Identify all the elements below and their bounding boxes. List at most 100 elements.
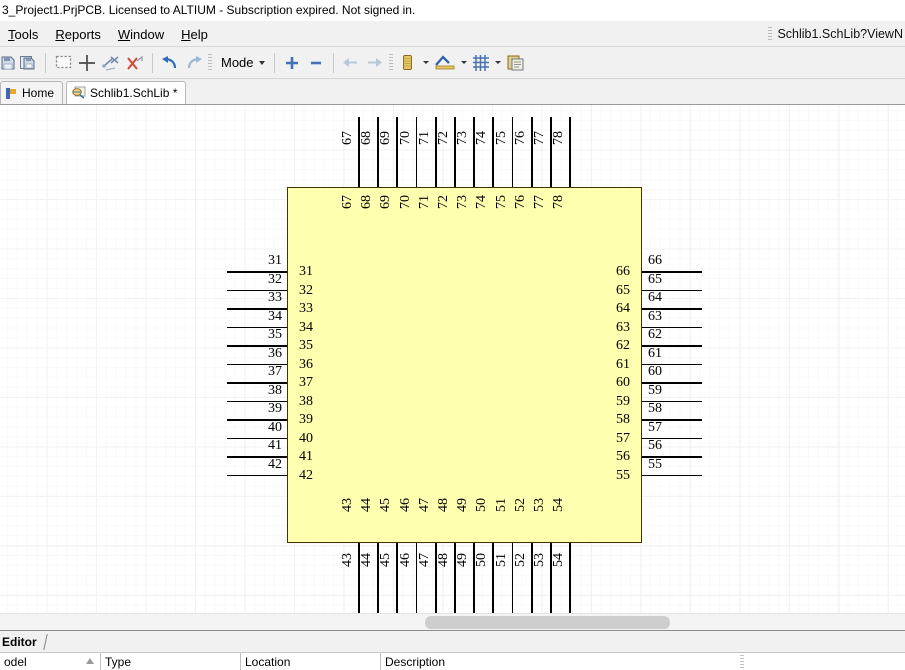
- undo-icon[interactable]: [159, 52, 181, 74]
- pin-line-top-77[interactable]: [550, 117, 552, 187]
- toolbar-grip-2[interactable]: [208, 53, 212, 72]
- pin-number-outer-38: 38: [268, 382, 282, 398]
- place-pin-icon[interactable]: [397, 52, 419, 74]
- grid-dropdown-icon[interactable]: [494, 61, 501, 64]
- pin-line-top-69[interactable]: [396, 117, 399, 187]
- pin-line-top-75[interactable]: [511, 117, 514, 187]
- schematic-canvas[interactable]: 67 67 68 68 69 69 70 70 71 71 72 72 73 73 74 74 75 75 76 76…: [0, 105, 905, 613]
- save-all-icon[interactable]: [17, 52, 39, 74]
- pin-number-inner-65: 65: [616, 282, 630, 298]
- pin-number-inner-72: 72: [436, 195, 451, 209]
- pin-number-inner-40: 40: [299, 430, 313, 446]
- pin-number-inner-77: 77: [532, 195, 547, 209]
- pin-number-inner-71: 71: [416, 195, 432, 209]
- menu-item-tools[interactable]: Tools: [0, 25, 47, 44]
- pin-line-top-70[interactable]: [415, 117, 418, 187]
- pin-number-outer-33: 33: [268, 290, 282, 305]
- pin-line-top-74[interactable]: [492, 117, 495, 187]
- pin-number-inner-60: 60: [616, 375, 630, 390]
- component-body-rectangle[interactable]: [287, 187, 642, 543]
- delete-icon[interactable]: [124, 52, 146, 74]
- pin-line-top-76[interactable]: [530, 117, 533, 187]
- pin-number-outer-54: 54: [551, 553, 567, 567]
- toolbar-separator-4: [332, 52, 334, 73]
- pin-number-outer-34: 34: [268, 308, 282, 324]
- grid-column-header[interactable]: Type: [100, 652, 240, 670]
- toolbar-separator-3: [273, 52, 275, 73]
- pin-number-inner-57: 57: [616, 430, 630, 446]
- add-part-icon[interactable]: [281, 52, 303, 74]
- document-path-label: Schlib1.SchLib?ViewN: [777, 27, 903, 41]
- pin-number-outer-78: 78: [551, 131, 567, 145]
- next-part-icon[interactable]: [364, 52, 386, 74]
- pin-number-outer-69: 69: [378, 131, 394, 145]
- panel-tab-editor[interactable]: Editor: [0, 633, 49, 651]
- pin-number-outer-45: 45: [378, 553, 394, 567]
- menu-item-help[interactable]: Help: [173, 25, 217, 44]
- paste-array-icon[interactable]: [505, 52, 527, 74]
- pin-number-outer-60: 60: [648, 364, 662, 379]
- horizontal-scrollbar-thumb[interactable]: [425, 616, 670, 629]
- pin-line-bottom-54[interactable]: [569, 543, 571, 613]
- redo-icon[interactable]: [183, 52, 205, 74]
- component-symbol[interactable]: 67 67 68 68 69 69 70 70 71 71 72 72 73 73 74 74 75 75 76 76…: [0, 105, 905, 613]
- mode-dropdown[interactable]: Mode: [215, 52, 269, 74]
- pin-number-inner-55: 55: [616, 467, 630, 483]
- horizontal-scrollbar[interactable]: [0, 613, 905, 630]
- grid-column-header-label: odel: [4, 654, 27, 669]
- pin-number-inner-31: 31: [299, 264, 313, 279]
- pin-number-outer-65: 65: [648, 271, 662, 287]
- pin-number-inner-64: 64: [616, 301, 630, 316]
- pin-number-outer-72: 72: [436, 131, 451, 145]
- menu-item-window[interactable]: Window: [110, 25, 173, 44]
- pin-number-inner-68: 68: [359, 195, 375, 209]
- pin-line-right-55[interactable]: [642, 474, 702, 477]
- grid-column-header[interactable]: Description: [380, 652, 772, 670]
- pin-line-top-68[interactable]: [377, 117, 379, 187]
- place-line-icon[interactable]: [433, 52, 457, 74]
- grid-column-header[interactable]: Location: [240, 652, 380, 670]
- move-icon[interactable]: [76, 52, 98, 74]
- pin-number-inner-32: 32: [299, 282, 313, 298]
- place-pin-dropdown-icon[interactable]: [422, 61, 429, 64]
- select-area-icon[interactable]: [52, 52, 74, 74]
- pin-number-outer-51: 51: [493, 553, 509, 567]
- main-toolbar: Mode: [0, 47, 905, 79]
- pin-line-top-71[interactable]: [434, 117, 437, 187]
- pin-number-outer-35: 35: [268, 327, 282, 342]
- sort-ascending-icon: [86, 657, 94, 664]
- grid-column-header[interactable]: odel: [0, 653, 100, 670]
- pin-number-outer-36: 36: [268, 345, 282, 361]
- pin-line-left-42[interactable]: [227, 474, 287, 477]
- tab-home[interactable]: Home: [0, 81, 64, 104]
- grid-icon[interactable]: [471, 52, 491, 74]
- menu-item-reports[interactable]: Reports: [47, 25, 110, 44]
- place-line-dropdown-icon[interactable]: [460, 61, 467, 64]
- remove-part-icon[interactable]: [305, 52, 327, 74]
- panel-tab-bar: Editor: [0, 630, 905, 652]
- pin-line-top-78[interactable]: [569, 117, 571, 187]
- toolbar-grip-3[interactable]: [388, 53, 393, 72]
- pin-number-inner-61: 61: [616, 356, 630, 372]
- toolbar-grip-handle[interactable]: [768, 26, 773, 42]
- pin-number-outer-43: 43: [340, 553, 355, 567]
- panel-splitter-handle[interactable]: [740, 652, 744, 670]
- prev-part-icon[interactable]: [340, 52, 362, 74]
- pin-number-inner-43: 43: [340, 498, 355, 512]
- pin-line-top-73[interactable]: [473, 117, 475, 187]
- pin-number-inner-50: 50: [474, 498, 490, 512]
- save-icon[interactable]: [1, 52, 15, 74]
- pin-number-outer-42: 42: [268, 456, 282, 472]
- tab-schlib1[interactable]: Schlib1.SchLib *: [66, 81, 187, 104]
- pin-line-top-67[interactable]: [358, 117, 360, 187]
- pin-line-top-72[interactable]: [454, 117, 456, 187]
- pin-number-outer-62: 62: [648, 327, 662, 342]
- pin-number-inner-35: 35: [299, 338, 313, 353]
- deselect-icon[interactable]: [100, 52, 122, 74]
- pin-number-outer-55: 55: [648, 456, 662, 472]
- menu-item-reports-label: eports: [64, 26, 101, 42]
- pin-number-outer-40: 40: [268, 419, 282, 435]
- menu-item-help-label: elp: [190, 26, 208, 42]
- pin-number-outer-58: 58: [648, 401, 662, 416]
- pin-number-inner-73: 73: [455, 195, 471, 209]
